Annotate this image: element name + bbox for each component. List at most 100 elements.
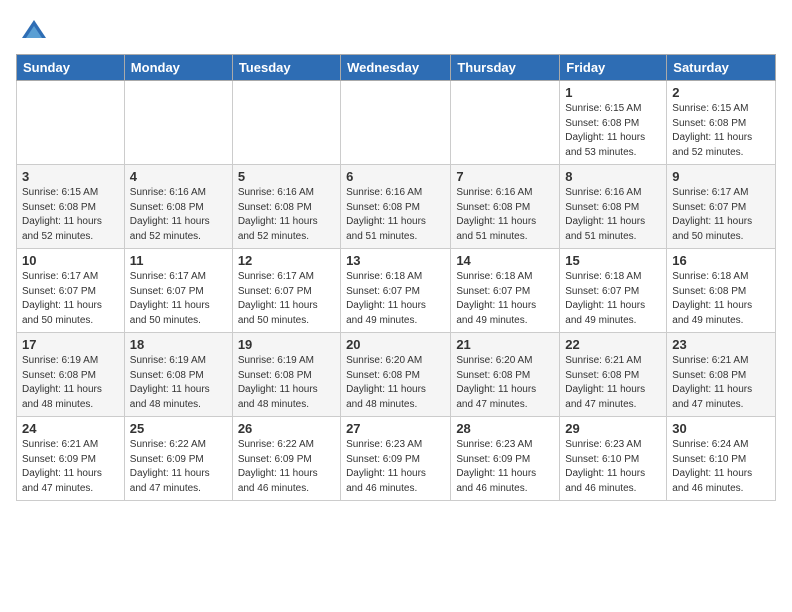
day-number: 4 <box>130 169 227 184</box>
calendar-cell: 27 Sunrise: 6:23 AMSunset: 6:09 PMDayligh… <box>341 417 451 501</box>
logo-icon <box>20 16 48 44</box>
day-number: 10 <box>22 253 119 268</box>
calendar-cell: 30 Sunrise: 6:24 AMSunset: 6:10 PMDayligh… <box>667 417 776 501</box>
weekday-header-saturday: Saturday <box>667 55 776 81</box>
day-number: 27 <box>346 421 445 436</box>
calendar-week-1: 1 Sunrise: 6:15 AMSunset: 6:08 PMDaylight… <box>17 81 776 165</box>
day-info: Sunrise: 6:19 AMSunset: 6:08 PMDaylight:… <box>22 354 119 412</box>
weekday-header-thursday: Thursday <box>451 55 560 81</box>
calendar-cell: 1 Sunrise: 6:15 AMSunset: 6:08 PMDaylight… <box>560 81 667 165</box>
calendar-cell: 16Sunrise: 6:18 AMSunset: 6:08 PMDayligh… <box>667 249 776 333</box>
calendar-week-2: 3Sunrise: 6:15 AMSunset: 6:08 PMDaylight… <box>17 165 776 249</box>
day-number: 22 <box>565 337 661 352</box>
weekday-header-sunday: Sunday <box>17 55 125 81</box>
day-info: Sunrise: 6:17 AMSunset: 6:07 PMDaylight:… <box>672 186 770 244</box>
calendar-cell <box>232 81 340 165</box>
day-info: Sunrise: 6:20 AMSunset: 6:08 PMDaylight:… <box>346 354 445 412</box>
calendar-cell: 10 Sunrise: 6:17 AMSunset: 6:07 PMDayligh… <box>17 249 125 333</box>
calendar-cell <box>124 81 232 165</box>
day-info: Sunrise: 6:15 AMSunset: 6:08 PMDaylight:… <box>565 102 661 160</box>
day-info: Sunrise: 6:24 AMSunset: 6:10 PMDaylight:… <box>672 438 770 496</box>
calendar-cell: 24 Sunrise: 6:21 AMSunset: 6:09 PMDayligh… <box>17 417 125 501</box>
day-info: Sunrise: 6:22 AMSunset: 6:09 PMDaylight:… <box>238 438 335 496</box>
day-info: Sunrise: 6:23 AMSunset: 6:10 PMDaylight:… <box>565 438 661 496</box>
calendar-cell: 2Sunrise: 6:15 AMSunset: 6:08 PMDaylight… <box>667 81 776 165</box>
calendar-cell: 3Sunrise: 6:15 AMSunset: 6:08 PMDaylight… <box>17 165 125 249</box>
day-info: Sunrise: 6:21 AMSunset: 6:08 PMDaylight:… <box>672 354 770 412</box>
day-number: 25 <box>130 421 227 436</box>
weekday-header-friday: Friday <box>560 55 667 81</box>
calendar-cell: 13Sunrise: 6:18 AMSunset: 6:07 PMDayligh… <box>341 249 451 333</box>
calendar-cell: 9 Sunrise: 6:17 AMSunset: 6:07 PMDaylight… <box>667 165 776 249</box>
day-info: Sunrise: 6:23 AMSunset: 6:09 PMDaylight:… <box>456 438 554 496</box>
calendar-cell: 28Sunrise: 6:23 AMSunset: 6:09 PMDayligh… <box>451 417 560 501</box>
calendar-cell: 17 Sunrise: 6:19 AMSunset: 6:08 PMDayligh… <box>17 333 125 417</box>
day-info: Sunrise: 6:18 AMSunset: 6:08 PMDaylight:… <box>672 270 770 328</box>
day-info: Sunrise: 6:16 AMSunset: 6:08 PMDaylight:… <box>565 186 661 244</box>
day-info: Sunrise: 6:18 AMSunset: 6:07 PMDaylight:… <box>565 270 661 328</box>
day-number: 18 <box>130 337 227 352</box>
calendar-cell: 11Sunrise: 6:17 AMSunset: 6:07 PMDayligh… <box>124 249 232 333</box>
calendar-cell: 22 Sunrise: 6:21 AMSunset: 6:08 PMDayligh… <box>560 333 667 417</box>
calendar-cell <box>451 81 560 165</box>
calendar-cell <box>17 81 125 165</box>
weekday-header-wednesday: Wednesday <box>341 55 451 81</box>
calendar-cell: 8 Sunrise: 6:16 AMSunset: 6:08 PMDaylight… <box>560 165 667 249</box>
calendar-cell: 19 Sunrise: 6:19 AMSunset: 6:08 PMDayligh… <box>232 333 340 417</box>
day-info: Sunrise: 6:17 AMSunset: 6:07 PMDaylight:… <box>22 270 119 328</box>
calendar-cell: 7Sunrise: 6:16 AMSunset: 6:08 PMDaylight… <box>451 165 560 249</box>
day-info: Sunrise: 6:23 AMSunset: 6:09 PMDaylight:… <box>346 438 445 496</box>
day-info: Sunrise: 6:15 AMSunset: 6:08 PMDaylight:… <box>22 186 119 244</box>
day-info: Sunrise: 6:16 AMSunset: 6:08 PMDaylight:… <box>346 186 445 244</box>
calendar-cell: 12 Sunrise: 6:17 AMSunset: 6:07 PMDayligh… <box>232 249 340 333</box>
calendar-cell: 4 Sunrise: 6:16 AMSunset: 6:08 PMDaylight… <box>124 165 232 249</box>
calendar-cell: 29 Sunrise: 6:23 AMSunset: 6:10 PMDayligh… <box>560 417 667 501</box>
day-number: 19 <box>238 337 335 352</box>
day-number: 14 <box>456 253 554 268</box>
day-info: Sunrise: 6:19 AMSunset: 6:08 PMDaylight:… <box>130 354 227 412</box>
day-info: Sunrise: 6:15 AMSunset: 6:08 PMDaylight:… <box>672 102 770 160</box>
day-number: 6 <box>346 169 445 184</box>
calendar-cell: 23 Sunrise: 6:21 AMSunset: 6:08 PMDayligh… <box>667 333 776 417</box>
day-info: Sunrise: 6:21 AMSunset: 6:09 PMDaylight:… <box>22 438 119 496</box>
day-number: 20 <box>346 337 445 352</box>
calendar-cell: 25 Sunrise: 6:22 AMSunset: 6:09 PMDayligh… <box>124 417 232 501</box>
day-info: Sunrise: 6:19 AMSunset: 6:08 PMDaylight:… <box>238 354 335 412</box>
day-number: 1 <box>565 85 661 100</box>
day-number: 23 <box>672 337 770 352</box>
calendar-cell: 21Sunrise: 6:20 AMSunset: 6:08 PMDayligh… <box>451 333 560 417</box>
weekday-header-tuesday: Tuesday <box>232 55 340 81</box>
day-info: Sunrise: 6:18 AMSunset: 6:07 PMDaylight:… <box>346 270 445 328</box>
day-info: Sunrise: 6:17 AMSunset: 6:07 PMDaylight:… <box>130 270 227 328</box>
day-info: Sunrise: 6:18 AMSunset: 6:07 PMDaylight:… <box>456 270 554 328</box>
day-number: 29 <box>565 421 661 436</box>
calendar-cell: 15Sunrise: 6:18 AMSunset: 6:07 PMDayligh… <box>560 249 667 333</box>
day-number: 21 <box>456 337 554 352</box>
day-number: 7 <box>456 169 554 184</box>
calendar-cell: 18 Sunrise: 6:19 AMSunset: 6:08 PMDayligh… <box>124 333 232 417</box>
day-info: Sunrise: 6:22 AMSunset: 6:09 PMDaylight:… <box>130 438 227 496</box>
calendar-table: SundayMondayTuesdayWednesdayThursdayFrid… <box>16 54 776 501</box>
day-info: Sunrise: 6:21 AMSunset: 6:08 PMDaylight:… <box>565 354 661 412</box>
day-number: 12 <box>238 253 335 268</box>
page: SundayMondayTuesdayWednesdayThursdayFrid… <box>0 0 792 517</box>
day-number: 26 <box>238 421 335 436</box>
day-number: 24 <box>22 421 119 436</box>
day-number: 30 <box>672 421 770 436</box>
calendar-cell: 6 Sunrise: 6:16 AMSunset: 6:08 PMDaylight… <box>341 165 451 249</box>
logo <box>16 16 48 44</box>
day-info: Sunrise: 6:16 AMSunset: 6:08 PMDaylight:… <box>238 186 335 244</box>
calendar-cell <box>341 81 451 165</box>
day-info: Sunrise: 6:16 AMSunset: 6:08 PMDaylight:… <box>130 186 227 244</box>
day-number: 9 <box>672 169 770 184</box>
calendar-cell: 5 Sunrise: 6:16 AMSunset: 6:08 PMDaylight… <box>232 165 340 249</box>
calendar-week-3: 10 Sunrise: 6:17 AMSunset: 6:07 PMDayligh… <box>17 249 776 333</box>
day-number: 8 <box>565 169 661 184</box>
calendar-week-5: 24 Sunrise: 6:21 AMSunset: 6:09 PMDayligh… <box>17 417 776 501</box>
calendar-cell: 26 Sunrise: 6:22 AMSunset: 6:09 PMDayligh… <box>232 417 340 501</box>
day-info: Sunrise: 6:17 AMSunset: 6:07 PMDaylight:… <box>238 270 335 328</box>
weekday-header-monday: Monday <box>124 55 232 81</box>
day-number: 17 <box>22 337 119 352</box>
day-number: 5 <box>238 169 335 184</box>
calendar-week-4: 17 Sunrise: 6:19 AMSunset: 6:08 PMDayligh… <box>17 333 776 417</box>
